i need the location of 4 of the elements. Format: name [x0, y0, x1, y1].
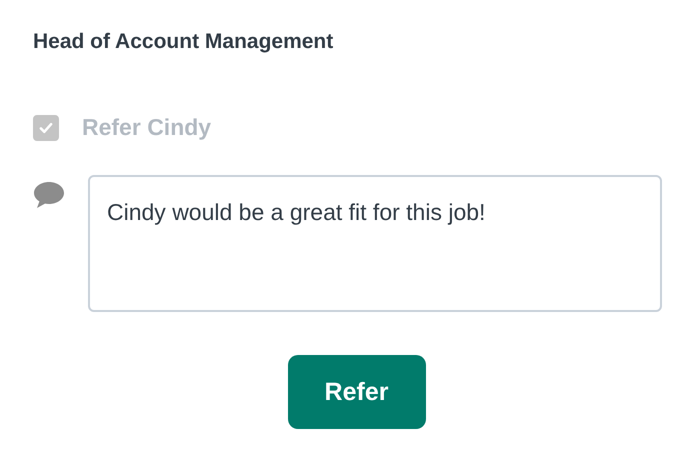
speech-bubble-icon [33, 181, 65, 209]
comment-field[interactable]: Cindy would be a great fit for this job! [88, 175, 662, 312]
job-title: Head of Account Management [33, 29, 334, 55]
refer-button[interactable]: Refer [288, 355, 426, 429]
